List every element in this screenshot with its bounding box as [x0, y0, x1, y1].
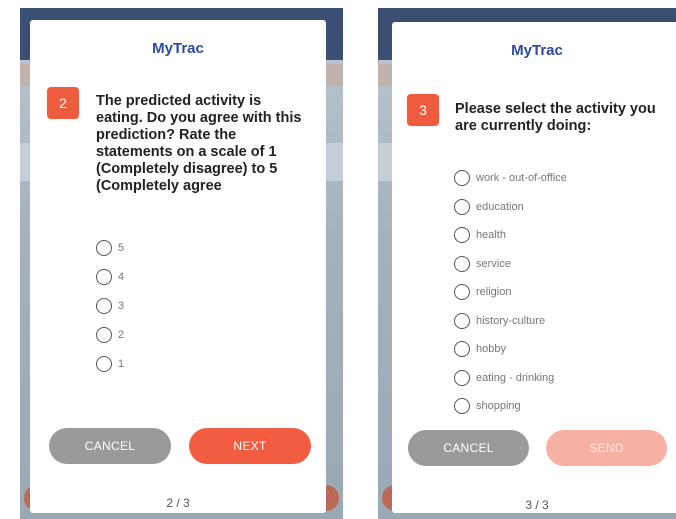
screen-rating-question: MyTrac 2 The predicted activity is eatin…: [20, 8, 343, 519]
option-label: eating - drinking: [476, 371, 555, 384]
activity-option[interactable]: work - out-of-office: [454, 164, 567, 193]
rating-option[interactable]: 5: [96, 233, 124, 262]
radio-button[interactable]: [96, 239, 112, 256]
radio-button[interactable]: [454, 198, 470, 215]
question-number-badge: 3: [407, 94, 439, 126]
rating-option[interactable]: 2: [96, 320, 124, 349]
option-label: 4: [118, 270, 125, 283]
option-label: hobby: [476, 343, 506, 356]
radio-button[interactable]: [454, 284, 470, 301]
send-button[interactable]: SEND: [546, 430, 667, 466]
option-label: religion: [476, 286, 512, 299]
activity-options: work - out-of-office education health se…: [454, 164, 567, 421]
app-title: MyTrac: [511, 42, 563, 59]
option-label: 2: [118, 328, 125, 341]
option-label: work - out-of-office: [476, 172, 567, 185]
option-label: health: [476, 229, 506, 242]
activity-option[interactable]: shopping: [454, 392, 567, 421]
option-label: education: [476, 200, 524, 213]
question-number-badge: 2: [47, 87, 79, 119]
radio-button[interactable]: [454, 398, 470, 415]
activity-option[interactable]: religion: [454, 278, 567, 307]
page-indicator: 2 / 3: [166, 496, 190, 510]
cancel-button[interactable]: CANCEL: [49, 428, 171, 464]
rating-options: 5 4 3 2 1: [96, 233, 124, 378]
activity-option[interactable]: service: [454, 250, 567, 279]
radio-button[interactable]: [454, 341, 470, 358]
radio-button[interactable]: [454, 255, 470, 272]
radio-button[interactable]: [96, 326, 112, 343]
next-button[interactable]: NEXT: [189, 428, 311, 464]
radio-button[interactable]: [96, 355, 112, 372]
survey-dialog: MyTrac 3 Please select the activity you …: [392, 22, 676, 513]
radio-button[interactable]: [96, 268, 112, 285]
option-label: history-culture: [476, 314, 546, 327]
radio-button[interactable]: [454, 369, 470, 386]
survey-dialog: MyTrac 2 The predicted activity is eatin…: [30, 20, 326, 513]
activity-option[interactable]: history-culture: [454, 307, 567, 336]
radio-button[interactable]: [454, 170, 470, 187]
cancel-button[interactable]: CANCEL: [408, 430, 529, 466]
option-label: 5: [118, 241, 125, 254]
app-title: MyTrac: [152, 40, 204, 57]
activity-option[interactable]: hobby: [454, 335, 567, 364]
screen-activity-question: MyTrac 3 Please select the activity you …: [378, 8, 676, 519]
activity-option[interactable]: eating - drinking: [454, 364, 567, 393]
rating-option[interactable]: 3: [96, 291, 124, 320]
question-text: The predicted activity is eating. Do you…: [96, 93, 302, 194]
page-indicator: 3 / 3: [525, 498, 549, 512]
rating-option[interactable]: 1: [96, 349, 124, 378]
option-label: 1: [118, 357, 125, 370]
rating-option[interactable]: 4: [96, 262, 124, 291]
option-label: shopping: [476, 400, 521, 413]
question-text: Please select the activity you are curre…: [455, 101, 656, 134]
radio-button[interactable]: [454, 227, 470, 244]
option-label: service: [476, 257, 511, 270]
radio-button[interactable]: [96, 297, 112, 314]
activity-option[interactable]: education: [454, 193, 567, 222]
option-label: 3: [118, 299, 125, 312]
activity-option[interactable]: health: [454, 221, 567, 250]
radio-button[interactable]: [454, 312, 470, 329]
